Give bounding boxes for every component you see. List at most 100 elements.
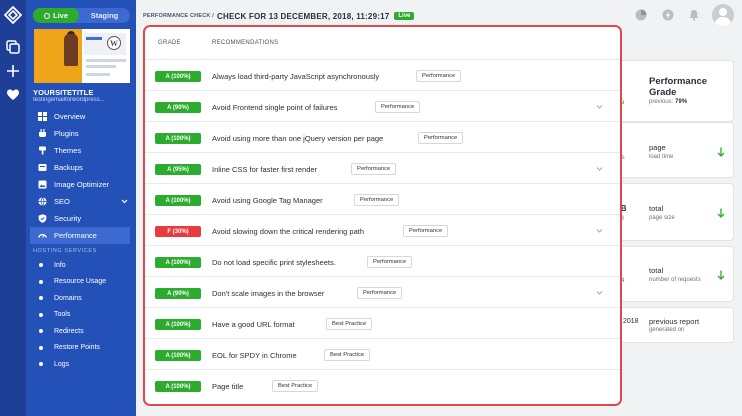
site-thumbnail[interactable]: W bbox=[34, 29, 130, 83]
arrow-down-icon bbox=[717, 270, 725, 280]
live-dot-icon bbox=[43, 12, 50, 19]
environment-toggle[interactable]: Live Staging bbox=[33, 8, 130, 23]
nav-resource-usage[interactable]: Resource Usage bbox=[26, 274, 136, 291]
grade-badge: A (100%) bbox=[155, 71, 201, 82]
chevron-down-icon[interactable] bbox=[596, 290, 603, 296]
site-title: YOURSITETITLE bbox=[33, 88, 94, 97]
bullet-icon bbox=[39, 362, 43, 367]
grade-badge: A (100%) bbox=[155, 319, 201, 330]
grade-badge: F (30%) bbox=[155, 226, 201, 237]
recommendation-text: Always load third-party JavaScript async… bbox=[212, 72, 380, 81]
lightning-icon[interactable] bbox=[662, 9, 674, 21]
recommendations-column-header: RECOMMENDATIONS bbox=[212, 40, 279, 46]
live-toggle[interactable]: Live bbox=[33, 8, 79, 23]
table-row[interactable]: A (95%) Inline CSS for faster first rende… bbox=[145, 153, 620, 184]
bullet-icon bbox=[39, 263, 43, 268]
category-tag: Performance bbox=[367, 256, 413, 268]
nav-overview[interactable]: Overview bbox=[26, 108, 136, 125]
backup-icon bbox=[38, 164, 47, 171]
image-icon bbox=[38, 180, 47, 189]
site-url[interactable]: testingemailforwordpress... bbox=[33, 97, 131, 103]
recommendation-text: Avoid using Google Tag Manager bbox=[212, 196, 323, 205]
recommendation-text: Do not load specific print stylesheets. bbox=[212, 258, 336, 267]
table-row: A (100%) Always load third-party JavaScri… bbox=[145, 60, 620, 91]
grade-badge: A (100%) bbox=[155, 381, 201, 392]
table-row[interactable]: F (30%) Avoid slowing down the critical r… bbox=[145, 215, 620, 246]
grade-title: Performance Grade bbox=[649, 76, 708, 98]
main-nav: Overview Plugins Themes Backups Image Op… bbox=[26, 108, 136, 373]
requests-label: total bbox=[649, 266, 664, 275]
heart-icon[interactable] bbox=[6, 88, 20, 102]
bullet-icon bbox=[39, 279, 43, 284]
recommendation-text: Avoid using more than one jQuery version… bbox=[212, 134, 384, 143]
nav-backups[interactable]: Backups bbox=[26, 159, 136, 176]
grid-icon bbox=[38, 112, 47, 121]
previous-report-sublabel: generated on bbox=[649, 327, 685, 333]
load-time-card: s 33s page load time bbox=[614, 122, 734, 178]
table-row: A (100%) Page title Best Practice bbox=[145, 370, 620, 401]
recommendation-text: Inline CSS for faster first render bbox=[212, 165, 318, 174]
previous-report-card[interactable]: 2018 previous report generated on bbox=[614, 307, 734, 343]
grade-badge: A (90%) bbox=[155, 102, 201, 113]
sites-icon[interactable] bbox=[6, 40, 20, 54]
nav-tools[interactable]: Tools bbox=[26, 307, 136, 324]
chevron-down-icon[interactable] bbox=[596, 104, 603, 110]
table-row[interactable]: A (90%) Don't scale images in the browser… bbox=[145, 277, 620, 308]
previous-report-label: previous report bbox=[649, 317, 700, 326]
category-tag: Performance bbox=[416, 70, 462, 82]
plugin-icon bbox=[39, 129, 46, 137]
nav-domains[interactable]: Domains bbox=[26, 290, 136, 307]
gauge-icon bbox=[38, 233, 47, 238]
arrow-down-icon bbox=[717, 147, 725, 157]
nav-themes[interactable]: Themes bbox=[26, 142, 136, 159]
grade-badge: A (90%) bbox=[155, 288, 201, 299]
nav-logs[interactable]: Logs bbox=[26, 356, 136, 373]
globe-icon bbox=[38, 197, 47, 206]
table-row[interactable]: A (90%) Avoid Frontend single point of fa… bbox=[145, 91, 620, 122]
page-size-card: KB MB total page size bbox=[614, 183, 734, 241]
table-row: A (100%) Avoid using Google Tag Manager Pe… bbox=[145, 184, 620, 215]
nav-redirects[interactable]: Redirects bbox=[26, 323, 136, 340]
logo-icon[interactable] bbox=[4, 6, 22, 24]
nav-seo[interactable]: SEO bbox=[26, 193, 136, 210]
nav-plugins[interactable]: Plugins bbox=[26, 125, 136, 142]
bullet-icon bbox=[39, 345, 43, 350]
nav-restore-points[interactable]: Restore Points bbox=[26, 340, 136, 357]
recommendation-text: Have a good URL format bbox=[212, 320, 295, 329]
recommendation-text: Avoid slowing down the critical renderin… bbox=[212, 227, 365, 236]
nav-security[interactable]: Security bbox=[26, 210, 136, 227]
staging-toggle[interactable]: Staging bbox=[79, 8, 130, 23]
recommendations-panel: GRADE RECOMMENDATIONS A (100%) Always loa… bbox=[143, 25, 622, 406]
page-size-label: total bbox=[649, 204, 664, 213]
plus-icon[interactable] bbox=[6, 64, 20, 78]
breadcrumb[interactable]: PERFORMANCE CHECK / bbox=[143, 13, 214, 19]
category-tag: Performance bbox=[375, 101, 421, 113]
hosting-services-heading: HOSTING SERVICES bbox=[33, 248, 97, 254]
nav-image-optimizer[interactable]: Image Optimizer bbox=[26, 176, 136, 193]
chevron-down-icon[interactable] bbox=[596, 228, 603, 234]
grade-badge: A (100%) bbox=[155, 350, 201, 361]
chevron-down-icon[interactable] bbox=[121, 198, 128, 205]
bell-icon[interactable] bbox=[688, 9, 700, 21]
table-row: A (100%) EOL for SPDY in Chrome Best Pract… bbox=[145, 339, 620, 370]
grade-previous: previous: 79% bbox=[649, 99, 688, 105]
bullet-icon bbox=[39, 296, 43, 301]
recommendation-text: Page title bbox=[212, 382, 244, 391]
table-row: A (100%) Avoid using more than one jQuery… bbox=[145, 122, 620, 153]
requests-sublabel: number of requests bbox=[649, 277, 701, 283]
page-title: CHECK FOR 13 DECEMBER, 2018, 11:29:17 bbox=[217, 11, 390, 21]
category-tag: Performance bbox=[403, 225, 449, 237]
chevron-down-icon[interactable] bbox=[596, 166, 603, 172]
shield-icon bbox=[38, 214, 47, 223]
page-size-sublabel: page size bbox=[649, 215, 675, 221]
nav-info[interactable]: Info bbox=[26, 257, 136, 274]
recommendation-text: Avoid Frontend single point of failures bbox=[212, 103, 338, 112]
pie-chart-icon[interactable] bbox=[635, 9, 647, 21]
avatar[interactable] bbox=[712, 4, 734, 26]
nav-performance[interactable]: Performance bbox=[30, 227, 130, 244]
wordpress-logo-icon: W bbox=[107, 36, 121, 50]
live-label: Live bbox=[52, 11, 68, 20]
recommendation-text: Don't scale images in the browser bbox=[212, 289, 325, 298]
load-time-sublabel: load time bbox=[649, 154, 674, 160]
grade-column-header: GRADE bbox=[158, 40, 181, 46]
